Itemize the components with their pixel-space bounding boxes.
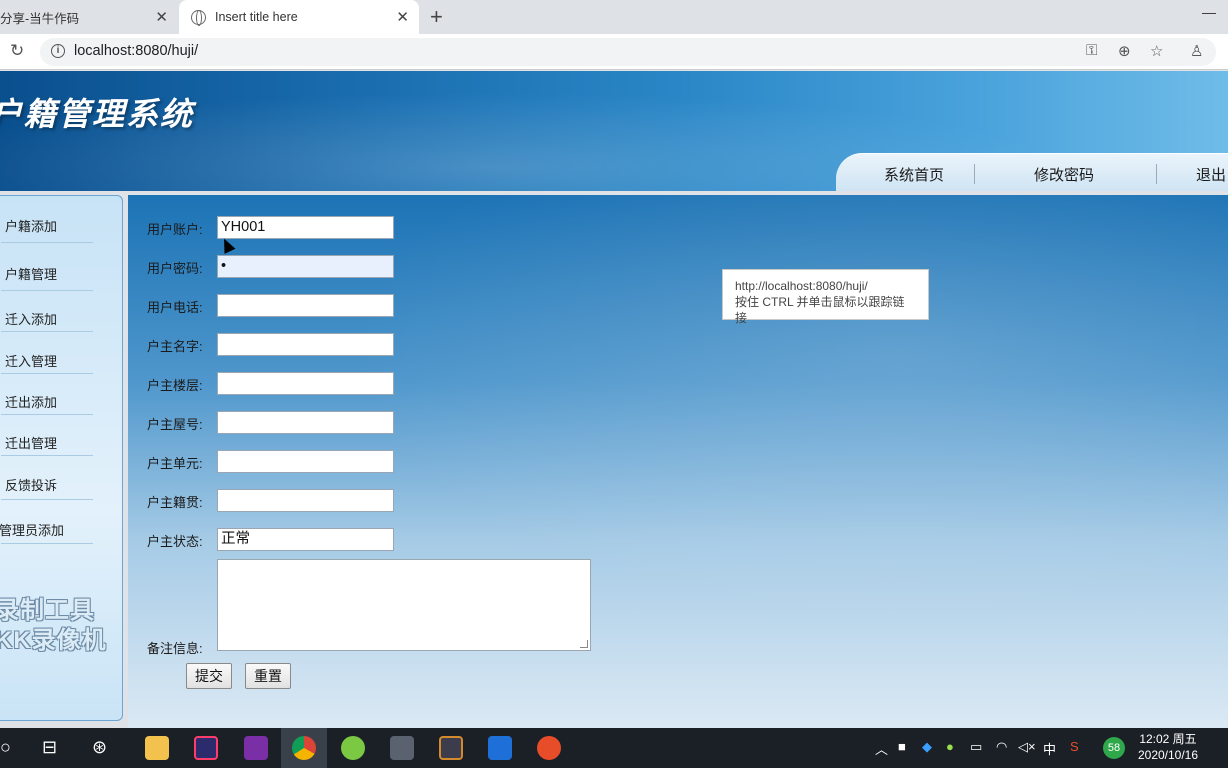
tab-inactive[interactable]: 分享-当牛作码 ✕ xyxy=(0,0,178,34)
sidebar-item-feedback[interactable]: 反馈投诉 xyxy=(5,475,105,499)
address-bar[interactable]: i localhost:8080/huji/ ⚿ ⊕ ☆ ♙ xyxy=(40,38,1216,66)
close-tab-icon[interactable]: ✕ xyxy=(396,8,409,26)
browser-tab-strip: 分享-当牛作码 ✕ Insert title here ✕ + — xyxy=(0,0,1228,34)
sidebar-divider xyxy=(1,455,93,456)
web-page: 户籍管理系统 系统首页 修改密码 退出 户籍添加 户籍管理 迁入添加 迁入管理 … xyxy=(0,71,1228,728)
nav-change-password[interactable]: 修改密码 xyxy=(1034,164,1094,185)
nav-home[interactable]: 系统首页 xyxy=(884,164,944,185)
label-room: 户主屋号: xyxy=(147,417,203,432)
intellij-icon[interactable] xyxy=(194,736,218,760)
label-account: 用户账户: xyxy=(147,222,203,237)
onenote-tray-icon[interactable]: ■ xyxy=(898,739,906,754)
taskbar: ○ ⊟ ⊛ ︿ ■ ◆ ● ▭ ◠ ◁× 中 S 58 12:02 周五 202… xyxy=(0,728,1228,768)
nav-logout[interactable]: 退出 xyxy=(1196,164,1226,185)
nav-separator xyxy=(1156,164,1157,184)
sidebar: 户籍添加 户籍管理 迁入添加 迁入管理 迁出添加 迁出管理 反馈投诉 管理员添加… xyxy=(0,195,123,721)
owner-name-input[interactable] xyxy=(217,333,394,356)
status-input[interactable]: 正常 xyxy=(217,528,394,551)
bookmark-star-icon[interactable]: ☆ xyxy=(1150,42,1163,60)
tooltip-url: http://localhost:8080/huji/ xyxy=(735,279,868,293)
recorder-watermark: 录制工具 KK录像机 xyxy=(0,597,107,654)
sidebar-divider xyxy=(1,331,93,332)
page-header: 户籍管理系统 系统首页 修改密码 退出 xyxy=(0,71,1228,191)
label-notes: 备注信息: xyxy=(147,641,203,656)
search-icon[interactable]: ⊛ xyxy=(92,737,107,758)
sidebar-divider xyxy=(1,499,93,500)
task-view-icon[interactable]: ⊟ xyxy=(42,737,57,758)
file-explorer-icon[interactable] xyxy=(145,736,169,760)
tray-plus-icon[interactable]: ● xyxy=(946,739,954,754)
label-owner-name: 户主名字: xyxy=(147,339,203,354)
sidebar-item-movein-manage[interactable]: 迁入管理 xyxy=(5,351,105,375)
ime-indicator[interactable]: 中 xyxy=(1043,739,1056,758)
sidebar-divider xyxy=(1,414,93,415)
volume-muted-icon[interactable]: ◁× xyxy=(1018,739,1036,755)
nav-separator xyxy=(974,164,975,184)
clock-date: 2020/10/16 xyxy=(1137,748,1199,762)
game-app-icon[interactable] xyxy=(439,736,463,760)
phone-input[interactable] xyxy=(217,294,394,317)
new-tab-icon[interactable]: + xyxy=(430,4,443,30)
browser-toolbar: ↻ i localhost:8080/huji/ ⚿ ⊕ ☆ ♙ xyxy=(0,34,1228,70)
profile-icon[interactable]: ♙ xyxy=(1190,42,1203,60)
sidebar-item-admin-add[interactable]: 管理员添加 xyxy=(0,520,99,544)
floor-input[interactable] xyxy=(217,372,394,395)
close-tab-icon[interactable]: ✕ xyxy=(155,8,168,26)
globe-icon xyxy=(191,9,206,26)
cortana-icon[interactable]: ○ xyxy=(0,737,11,758)
tab-active[interactable]: Insert title here ✕ xyxy=(179,0,419,34)
clock-time: 12:02 周五 xyxy=(1139,732,1197,746)
tooltip-hint: 按住 CTRL 并单击鼠标以跟踪链接 xyxy=(735,295,905,325)
sidebar-divider xyxy=(1,373,93,374)
label-native-place: 户主籍贯: xyxy=(147,495,203,510)
sidebar-item-huji-manage[interactable]: 户籍管理 xyxy=(5,264,105,288)
label-password: 用户密码: xyxy=(147,261,203,276)
form-area: 用户账户: YH001 用户密码: • 用户电话: 户主名字: 户主楼层: 户主… xyxy=(128,195,1228,728)
native-place-input[interactable] xyxy=(217,489,394,512)
sidebar-divider xyxy=(1,242,93,243)
info-icon[interactable]: i xyxy=(51,44,65,58)
battery-icon[interactable]: ▭ xyxy=(970,739,982,755)
recorder-app-icon[interactable] xyxy=(537,736,561,760)
onenote-icon[interactable] xyxy=(244,736,268,760)
wechat-icon[interactable] xyxy=(341,736,365,760)
security-badge[interactable]: 58 xyxy=(1103,737,1125,759)
clock[interactable]: 12:02 周五 2020/10/16 xyxy=(1128,731,1208,763)
label-status: 户主状态: xyxy=(147,534,203,549)
sidebar-item-huji-add[interactable]: 户籍添加 xyxy=(5,216,105,240)
key-icon[interactable]: ⚿ xyxy=(1086,42,1097,59)
link-tooltip: http://localhost:8080/huji/ 按住 CTRL 并单击鼠… xyxy=(722,269,929,325)
app-icon[interactable] xyxy=(390,736,414,760)
notes-textarea[interactable] xyxy=(217,559,591,651)
sidebar-item-moveout-manage[interactable]: 迁出管理 xyxy=(5,433,105,457)
tray-expand-icon[interactable]: ︿ xyxy=(875,739,888,758)
sidebar-item-movein-add[interactable]: 迁入添加 xyxy=(5,309,105,333)
label-floor: 户主楼层: xyxy=(147,378,203,393)
reset-button[interactable]: 重置 xyxy=(245,663,291,689)
sidebar-divider xyxy=(1,543,93,544)
top-nav: 系统首页 修改密码 退出 xyxy=(836,153,1228,191)
system-title: 户籍管理系统 xyxy=(0,95,195,133)
tab-title: 分享-当牛作码 xyxy=(0,11,80,26)
sidebar-item-moveout-add[interactable]: 迁出添加 xyxy=(5,392,105,416)
submit-button[interactable]: 提交 xyxy=(186,663,232,689)
chrome-icon[interactable] xyxy=(292,736,316,760)
reload-icon[interactable]: ↻ xyxy=(10,41,24,61)
sidebar-divider xyxy=(1,290,93,291)
sogou-icon[interactable]: S xyxy=(1070,739,1079,754)
room-input[interactable] xyxy=(217,411,394,434)
minimize-icon[interactable]: — xyxy=(1202,4,1216,20)
wps-icon[interactable] xyxy=(488,736,512,760)
wifi-icon[interactable]: ◠ xyxy=(996,739,1007,755)
tab-title: Insert title here xyxy=(215,10,298,24)
password-input[interactable]: • xyxy=(217,255,394,278)
unit-input[interactable] xyxy=(217,450,394,473)
label-unit: 户主单元: xyxy=(147,456,203,471)
label-phone: 用户电话: xyxy=(147,300,203,315)
zoom-icon[interactable]: ⊕ xyxy=(1118,42,1131,60)
url-text[interactable]: localhost:8080/huji/ xyxy=(74,43,198,59)
account-input[interactable]: YH001 xyxy=(217,216,394,239)
tray-app-icon[interactable]: ◆ xyxy=(922,739,932,755)
